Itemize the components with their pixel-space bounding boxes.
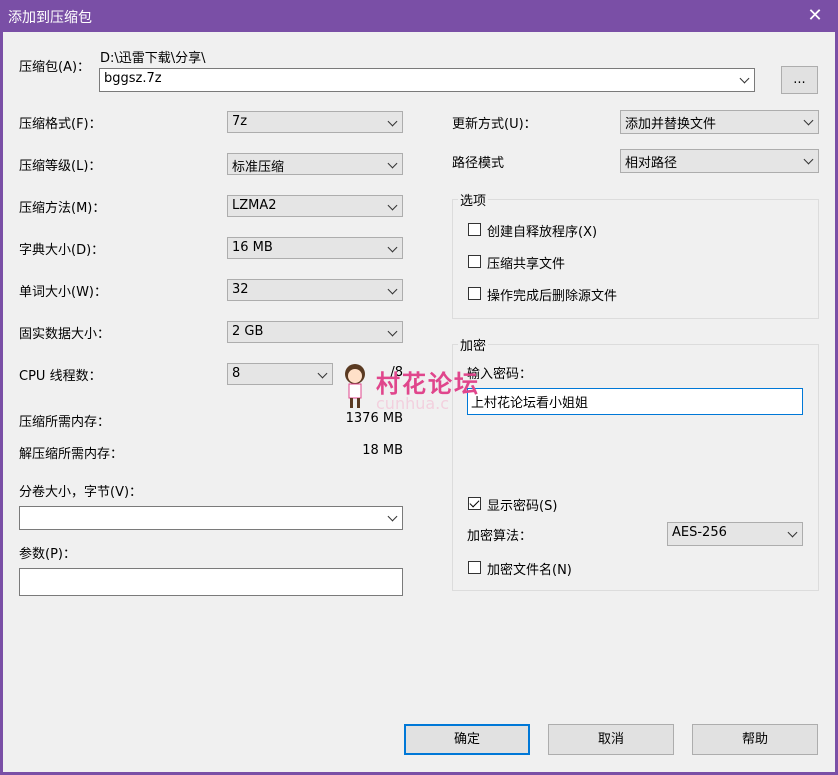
chevron-down-icon <box>803 154 814 165</box>
sfx-checkbox[interactable] <box>468 223 481 236</box>
chevron-down-icon <box>387 242 398 253</box>
chevron-down-icon <box>803 115 814 126</box>
window-title: 添加到压缩包 <box>8 10 92 26</box>
word-combo[interactable]: 32 <box>227 279 403 301</box>
archive-filename-combo[interactable]: bggsz.7z <box>99 68 755 92</box>
path-mode-combo[interactable]: 相对路径 <box>620 149 819 173</box>
format-value: 7z <box>232 114 248 129</box>
params-input[interactable] <box>19 568 403 596</box>
method-value: LZMA2 <box>232 198 277 213</box>
volume-combo[interactable] <box>19 506 403 530</box>
help-button[interactable]: 帮助 <box>692 724 818 755</box>
dict-combo[interactable]: 16 MB <box>227 237 403 259</box>
algo-value: AES-256 <box>672 525 727 540</box>
browse-button[interactable]: ... <box>781 66 818 94</box>
cancel-button[interactable]: 取消 <box>548 724 674 755</box>
title-bar: 添加到压缩包 ✕ <box>0 0 838 32</box>
window-border-left <box>0 32 3 775</box>
mem-decompress-value: 18 MB <box>362 443 403 458</box>
algo-label: 加密算法： <box>467 529 533 544</box>
delete-source-label: 操作完成后删除源文件 <box>487 289 618 304</box>
path-mode-value: 相对路径 <box>625 156 678 171</box>
mem-compress-label: 压缩所需内存： <box>19 415 111 430</box>
shared-label: 压缩共享文件 <box>487 257 566 272</box>
level-label: 压缩等级(L)： <box>19 159 102 174</box>
method-combo[interactable]: LZMA2 <box>227 195 403 217</box>
threads-value: 8 <box>232 366 241 381</box>
chevron-down-icon <box>387 284 398 295</box>
options-title: 选项 <box>458 190 489 209</box>
mem-decompress-label: 解压缩所需内存： <box>19 447 124 462</box>
chevron-down-icon <box>787 527 798 538</box>
chevron-down-icon <box>387 116 398 127</box>
show-password-label: 显示密码(S) <box>487 499 558 514</box>
chevron-down-icon <box>387 158 398 169</box>
threads-combo[interactable]: 8 <box>227 363 333 385</box>
update-label: 更新方式(U)： <box>452 117 537 132</box>
level-combo[interactable]: 标准压缩 <box>227 153 403 175</box>
password-input[interactable]: 上村花论坛看小姐姐 <box>467 388 803 415</box>
archive-label: 压缩包(A)： <box>19 60 91 75</box>
threads-label: CPU 线程数： <box>19 369 102 384</box>
update-value: 添加并替换文件 <box>625 117 717 132</box>
ok-button[interactable]: 确定 <box>404 724 530 755</box>
algo-combo[interactable]: AES-256 <box>667 522 803 546</box>
update-combo[interactable]: 添加并替换文件 <box>620 110 819 134</box>
chevron-down-icon <box>317 368 328 379</box>
volume-label: 分卷大小，字节(V)： <box>19 485 143 500</box>
girl-mascot-icon <box>345 364 365 408</box>
dict-label: 字典大小(D)： <box>19 243 105 258</box>
encryption-title: 加密 <box>458 335 489 354</box>
close-icon[interactable]: ✕ <box>792 0 838 32</box>
params-label: 参数(P)： <box>19 547 76 562</box>
solid-label: 固实数据大小： <box>19 327 111 342</box>
format-label: 压缩格式(F)： <box>19 117 102 132</box>
solid-value: 2 GB <box>232 324 264 339</box>
word-label: 单词大小(W)： <box>19 285 107 300</box>
chevron-down-icon <box>387 511 398 522</box>
chevron-down-icon <box>739 73 750 84</box>
chevron-down-icon <box>387 200 398 211</box>
chevron-down-icon <box>387 326 398 337</box>
watermark-subtext: cunhua.c <box>376 394 450 413</box>
word-value: 32 <box>232 282 249 297</box>
format-combo[interactable]: 7z <box>227 111 403 133</box>
method-label: 压缩方法(M)： <box>19 201 106 216</box>
archive-filename-value: bggsz.7z <box>104 71 162 86</box>
encrypt-names-checkbox[interactable] <box>468 561 481 574</box>
sfx-label: 创建自释放程序(X) <box>487 225 598 240</box>
encrypt-names-label: 加密文件名(N) <box>487 563 572 578</box>
dict-value: 16 MB <box>232 240 273 255</box>
archive-path: D:\迅雷下载\分享\ <box>100 51 206 66</box>
shared-checkbox[interactable] <box>468 255 481 268</box>
delete-source-checkbox[interactable] <box>468 287 481 300</box>
level-value: 标准压缩 <box>232 160 285 175</box>
watermark-logo: 村花论坛 cunhua.c <box>340 360 500 415</box>
show-password-checkbox[interactable] <box>468 497 481 510</box>
path-mode-label: 路径模式 <box>452 156 505 171</box>
solid-combo[interactable]: 2 GB <box>227 321 403 343</box>
